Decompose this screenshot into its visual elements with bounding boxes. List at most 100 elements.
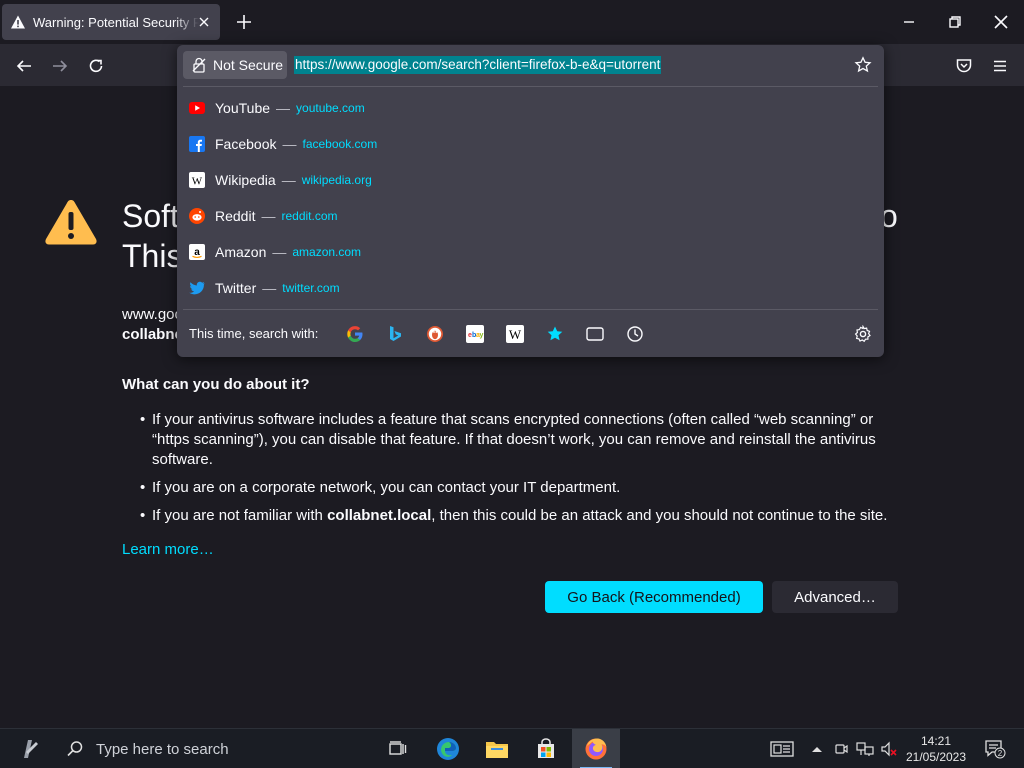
warning-icon <box>11 15 25 29</box>
wikipedia-icon[interactable]: W <box>505 324 525 344</box>
news-widget-button[interactable] <box>769 739 795 759</box>
history-icon[interactable] <box>625 324 645 344</box>
suggestion-url: amazon.com <box>292 245 362 259</box>
svg-text:W: W <box>509 327 522 342</box>
advanced-button[interactable]: Advanced… <box>772 581 898 613</box>
meet-now-button[interactable] <box>831 739 851 759</box>
task-view-button[interactable] <box>374 729 422 768</box>
pocket-icon <box>956 59 972 73</box>
notification-icon: 2 <box>985 740 1006 759</box>
suggestion-youtube[interactable]: YouTube — youtube.com <box>183 90 878 126</box>
suggestion-name: Wikipedia <box>215 172 276 188</box>
news-icon <box>770 741 794 757</box>
url-bar[interactable]: Not Secure https://www.google.com/search… <box>183 51 878 79</box>
network-icon <box>856 742 874 756</box>
pocket-button[interactable] <box>950 52 978 80</box>
restore-button[interactable] <box>932 0 978 44</box>
security-warning-icon <box>45 200 97 245</box>
edge-icon <box>437 738 459 760</box>
forward-button[interactable] <box>46 52 74 80</box>
amazon-icon: a <box>189 244 205 260</box>
google-icon[interactable] <box>345 324 365 344</box>
folder-icon <box>486 742 508 758</box>
minimize-button[interactable] <box>886 0 932 44</box>
notification-count: 2 <box>998 749 1003 758</box>
go-back-button[interactable]: Go Back (Recommended) <box>545 581 763 613</box>
page-title-line1: Soft <box>122 198 179 234</box>
camera-icon <box>835 744 848 754</box>
suggestion-url: reddit.com <box>281 209 338 223</box>
suggestion-name: Twitter <box>215 280 257 296</box>
settings-gear-icon[interactable] <box>853 324 873 344</box>
clock-date: 21/05/2023 <box>905 750 967 764</box>
wikipedia-icon: W <box>189 172 205 188</box>
clock-time: 14:21 <box>920 734 952 748</box>
hamburger-menu-icon <box>994 60 1006 72</box>
svg-text:y: y <box>480 332 484 339</box>
menu-button[interactable] <box>986 52 1014 80</box>
not-secure-indicator[interactable]: Not Secure <box>183 51 287 79</box>
reload-icon <box>89 59 103 73</box>
store-icon <box>538 738 554 758</box>
reddit-icon <box>189 208 205 224</box>
duckduckgo-icon[interactable] <box>425 324 445 344</box>
suggestion-name: Facebook <box>215 136 277 152</box>
close-window-button[interactable] <box>978 0 1024 44</box>
volume-muted-icon <box>881 741 897 757</box>
bookmark-star-icon[interactable] <box>854 56 872 74</box>
arrow-left-icon <box>16 60 31 72</box>
suggestion-amazon[interactable]: a Amazon — amazon.com <box>183 234 878 270</box>
bing-icon[interactable] <box>385 324 405 344</box>
minimize-icon <box>904 21 914 23</box>
tip-text: , then this could be an attack and you s… <box>431 507 888 524</box>
reload-button[interactable] <box>82 52 110 80</box>
back-button[interactable] <box>10 52 38 80</box>
learn-more-link[interactable]: Learn more… <box>122 541 214 558</box>
suggestion-reddit[interactable]: Reddit — reddit.com <box>183 198 878 234</box>
suggestion-name: YouTube <box>215 100 271 116</box>
url-input[interactable]: https://www.google.com/search?client=fir… <box>294 56 662 74</box>
hostname-bold-text: collabne <box>122 326 183 343</box>
twitter-icon <box>189 280 205 296</box>
taskbar-file-explorer[interactable] <box>473 729 521 768</box>
volume-button[interactable] <box>879 739 899 759</box>
taskbar-firefox[interactable] <box>572 729 620 768</box>
suggestion-dash: — <box>276 100 291 116</box>
taskbar-search-box[interactable]: Type here to search <box>56 729 374 768</box>
arrow-right-icon <box>53 60 68 72</box>
tab-bar: Warning: Potential Security Risk Ahead <box>0 0 1024 44</box>
tip-text: If you are not familiar with <box>152 507 328 524</box>
suggestion-wikipedia[interactable]: W Wikipedia — wikipedia.org <box>183 162 878 198</box>
lock-insecure-icon <box>192 57 206 73</box>
suggestion-dash: — <box>282 136 297 152</box>
suggestion-facebook[interactable]: Facebook — facebook.com <box>183 126 878 162</box>
chevron-up-icon <box>812 747 822 752</box>
suggestion-url: wikipedia.org <box>301 173 372 187</box>
hostname-text: www.goo <box>122 306 183 323</box>
start-button[interactable] <box>0 729 56 768</box>
taskbar-store[interactable] <box>522 729 570 768</box>
task-view-icon <box>389 741 407 755</box>
tabs-icon[interactable] <box>585 324 605 344</box>
suggestion-url: facebook.com <box>302 137 378 151</box>
tab-security-warning[interactable]: Warning: Potential Security Risk Ahead <box>2 4 220 40</box>
search-with-label: This time, search with: <box>189 326 319 341</box>
action-center-button[interactable]: 2 <box>982 739 1008 759</box>
show-hidden-icons-button[interactable] <box>807 739 827 759</box>
list-item: If you are not familiar with collabnet.l… <box>122 506 902 526</box>
not-secure-label: Not Secure <box>213 57 284 73</box>
suggestion-dash: — <box>272 244 287 260</box>
ebay-icon[interactable]: ebay <box>465 324 485 344</box>
taskbar-edge[interactable] <box>424 729 472 768</box>
network-status-button[interactable] <box>855 739 875 759</box>
suggestion-name: Reddit <box>215 208 256 224</box>
bookmarks-icon[interactable] <box>545 324 565 344</box>
firefox-icon <box>585 738 607 760</box>
close-tab-icon[interactable] <box>196 14 212 30</box>
suggestion-url: youtube.com <box>296 101 365 115</box>
new-tab-icon[interactable] <box>234 12 254 32</box>
suggestion-twitter[interactable]: Twitter — twitter.com <box>183 270 878 306</box>
close-icon <box>994 15 1008 29</box>
facebook-icon <box>189 136 205 152</box>
clock[interactable]: 14:21 21/05/2023 <box>900 733 972 765</box>
